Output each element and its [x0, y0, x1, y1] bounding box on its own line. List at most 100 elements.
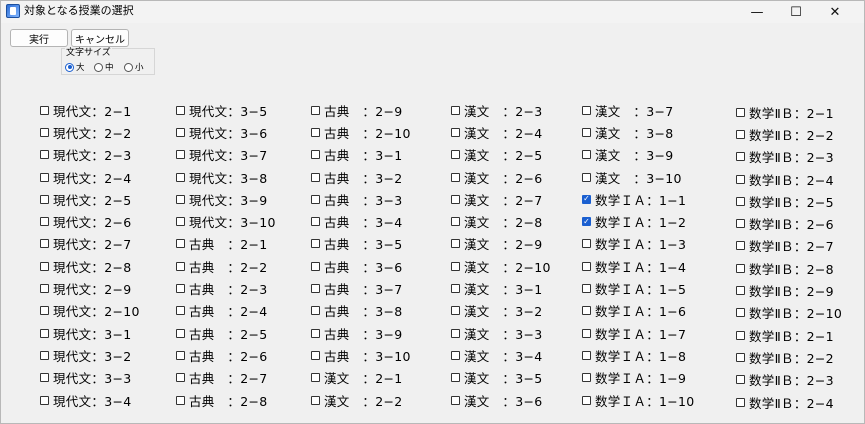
font-size-large-radio[interactable]: 大	[65, 61, 85, 73]
checkbox-unchecked-icon[interactable]	[40, 328, 49, 338]
checkbox-unchecked-icon[interactable]	[582, 172, 591, 182]
checkbox-checked-icon[interactable]	[582, 217, 591, 227]
class-checkbox-item[interactable]: 現代文：3−2	[40, 344, 140, 366]
checkbox-unchecked-icon[interactable]	[40, 350, 49, 360]
class-checkbox-item[interactable]: 現代文：3−10	[176, 210, 276, 232]
checkbox-unchecked-icon[interactable]	[176, 395, 185, 405]
checkbox-unchecked-icon[interactable]	[582, 395, 591, 405]
maximize-button[interactable]: ☐	[777, 1, 815, 23]
class-checkbox-item[interactable]: 現代文：3−3	[40, 367, 140, 389]
class-checkbox-item[interactable]: 漢文 ：3−7	[582, 99, 695, 121]
class-checkbox-item[interactable]: 数学ＩＡ：1−8	[582, 344, 695, 366]
checkbox-unchecked-icon[interactable]	[40, 217, 49, 227]
class-checkbox-item[interactable]: 漢文 ：2−7	[451, 188, 551, 210]
checkbox-unchecked-icon[interactable]	[311, 194, 320, 204]
class-checkbox-item[interactable]: 数学ＩＡ：1−7	[582, 322, 695, 344]
class-checkbox-item[interactable]: 漢文 ：2−8	[451, 210, 551, 232]
class-checkbox-item[interactable]: 古典 ：2−8	[176, 389, 276, 411]
checkbox-unchecked-icon[interactable]	[736, 129, 745, 139]
class-checkbox-item[interactable]: 古典 ：2−1	[176, 233, 276, 255]
checkbox-unchecked-icon[interactable]	[311, 239, 320, 249]
class-checkbox-item[interactable]: 漢文 ：3−3	[451, 322, 551, 344]
checkbox-unchecked-icon[interactable]	[451, 127, 460, 137]
class-checkbox-item[interactable]: 数学ＩＡ：1−4	[582, 255, 695, 277]
class-checkbox-item[interactable]: 数学ⅡＢ：2−4	[736, 168, 842, 190]
class-checkbox-item[interactable]: 数学ＩＡ：1−6	[582, 300, 695, 322]
class-checkbox-item[interactable]: 現代文：2−10	[40, 300, 140, 322]
class-checkbox-item[interactable]: 古典 ：3−10	[311, 344, 411, 366]
checkbox-unchecked-icon[interactable]	[736, 375, 745, 385]
class-checkbox-item[interactable]: 現代文：3−9	[176, 188, 276, 210]
class-checkbox-item[interactable]: 数学ⅡＢ：2−5	[736, 190, 842, 212]
class-checkbox-item[interactable]: 数学ＩＡ：1−5	[582, 277, 695, 299]
checkbox-unchecked-icon[interactable]	[176, 306, 185, 316]
class-checkbox-item[interactable]: 古典 ：3−8	[311, 300, 411, 322]
class-checkbox-item[interactable]: 現代文：2−4	[40, 166, 140, 188]
class-checkbox-item[interactable]: 古典 ：3−3	[311, 188, 411, 210]
checkbox-unchecked-icon[interactable]	[311, 395, 320, 405]
checkbox-unchecked-icon[interactable]	[40, 150, 49, 160]
class-checkbox-item[interactable]: 古典 ：2−5	[176, 322, 276, 344]
class-checkbox-item[interactable]: 数学ⅡＢ：2−10	[736, 302, 842, 324]
class-checkbox-item[interactable]: 古典 ：2−4	[176, 300, 276, 322]
checkbox-unchecked-icon[interactable]	[736, 352, 745, 362]
checkbox-unchecked-icon[interactable]	[311, 284, 320, 294]
class-checkbox-item[interactable]: 数学ⅡＢ：2−1	[736, 324, 842, 346]
class-checkbox-item[interactable]: 漢文 ：3−6	[451, 389, 551, 411]
class-checkbox-item[interactable]: 古典 ：2−9	[311, 99, 411, 121]
checkbox-unchecked-icon[interactable]	[176, 150, 185, 160]
class-checkbox-item[interactable]: 漢文 ：3−1	[451, 277, 551, 299]
class-checkbox-item[interactable]: 漢文 ：3−5	[451, 367, 551, 389]
checkbox-unchecked-icon[interactable]	[451, 172, 460, 182]
checkbox-unchecked-icon[interactable]	[582, 373, 591, 383]
checkbox-unchecked-icon[interactable]	[736, 308, 745, 318]
class-checkbox-item[interactable]: 漢文 ：2−6	[451, 166, 551, 188]
class-checkbox-item[interactable]: 漢文 ：2−1	[311, 367, 411, 389]
class-checkbox-item[interactable]: 漢文 ：3−8	[582, 121, 695, 143]
class-checkbox-item[interactable]: 古典 ：2−10	[311, 121, 411, 143]
close-button[interactable]: ✕	[816, 1, 854, 23]
checkbox-unchecked-icon[interactable]	[176, 328, 185, 338]
cancel-button[interactable]: キャンセル	[71, 29, 129, 47]
class-checkbox-item[interactable]: 漢文 ：3−10	[582, 166, 695, 188]
checkbox-unchecked-icon[interactable]	[451, 217, 460, 227]
font-size-medium-radio[interactable]: 中	[94, 61, 114, 73]
checkbox-unchecked-icon[interactable]	[40, 127, 49, 137]
font-size-small-radio[interactable]: 小	[124, 61, 144, 73]
checkbox-unchecked-icon[interactable]	[451, 328, 460, 338]
checkbox-unchecked-icon[interactable]	[311, 217, 320, 227]
class-checkbox-item[interactable]: 数学ⅡＢ：2−7	[736, 235, 842, 257]
class-checkbox-item[interactable]: 数学ＩＡ：1−10	[582, 389, 695, 411]
class-checkbox-item[interactable]: 現代文：3−1	[40, 322, 140, 344]
class-checkbox-item[interactable]: 数学ⅡＢ：2−2	[736, 346, 842, 368]
checkbox-unchecked-icon[interactable]	[451, 105, 460, 115]
class-checkbox-item[interactable]: 数学ＩＡ：1−9	[582, 367, 695, 389]
checkbox-unchecked-icon[interactable]	[736, 174, 745, 184]
checkbox-unchecked-icon[interactable]	[451, 194, 460, 204]
checkbox-unchecked-icon[interactable]	[40, 105, 49, 115]
checkbox-unchecked-icon[interactable]	[176, 350, 185, 360]
class-checkbox-item[interactable]: 漢文 ：3−9	[582, 144, 695, 166]
class-checkbox-item[interactable]: 現代文：3−7	[176, 144, 276, 166]
checkbox-unchecked-icon[interactable]	[736, 241, 745, 251]
class-checkbox-item[interactable]: 古典 ：3−2	[311, 166, 411, 188]
checkbox-unchecked-icon[interactable]	[176, 261, 185, 271]
checkbox-unchecked-icon[interactable]	[176, 172, 185, 182]
checkbox-unchecked-icon[interactable]	[311, 373, 320, 383]
class-checkbox-item[interactable]: 漢文 ：3−4	[451, 344, 551, 366]
checkbox-unchecked-icon[interactable]	[451, 373, 460, 383]
checkbox-unchecked-icon[interactable]	[582, 239, 591, 249]
minimize-button[interactable]: —	[738, 1, 776, 23]
class-checkbox-item[interactable]: 古典 ：3−7	[311, 277, 411, 299]
checkbox-unchecked-icon[interactable]	[582, 328, 591, 338]
checkbox-unchecked-icon[interactable]	[311, 150, 320, 160]
class-checkbox-item[interactable]: 漢文 ：2−9	[451, 233, 551, 255]
checkbox-unchecked-icon[interactable]	[311, 306, 320, 316]
checkbox-unchecked-icon[interactable]	[176, 194, 185, 204]
checkbox-unchecked-icon[interactable]	[736, 397, 745, 407]
class-checkbox-item[interactable]: 現代文：2−5	[40, 188, 140, 210]
class-checkbox-item[interactable]: 数学ⅡＢ：2−9	[736, 279, 842, 301]
class-checkbox-item[interactable]: 漢文 ：2−2	[311, 389, 411, 411]
checkbox-unchecked-icon[interactable]	[311, 328, 320, 338]
class-checkbox-item[interactable]: 数学ＩＡ：1−3	[582, 233, 695, 255]
